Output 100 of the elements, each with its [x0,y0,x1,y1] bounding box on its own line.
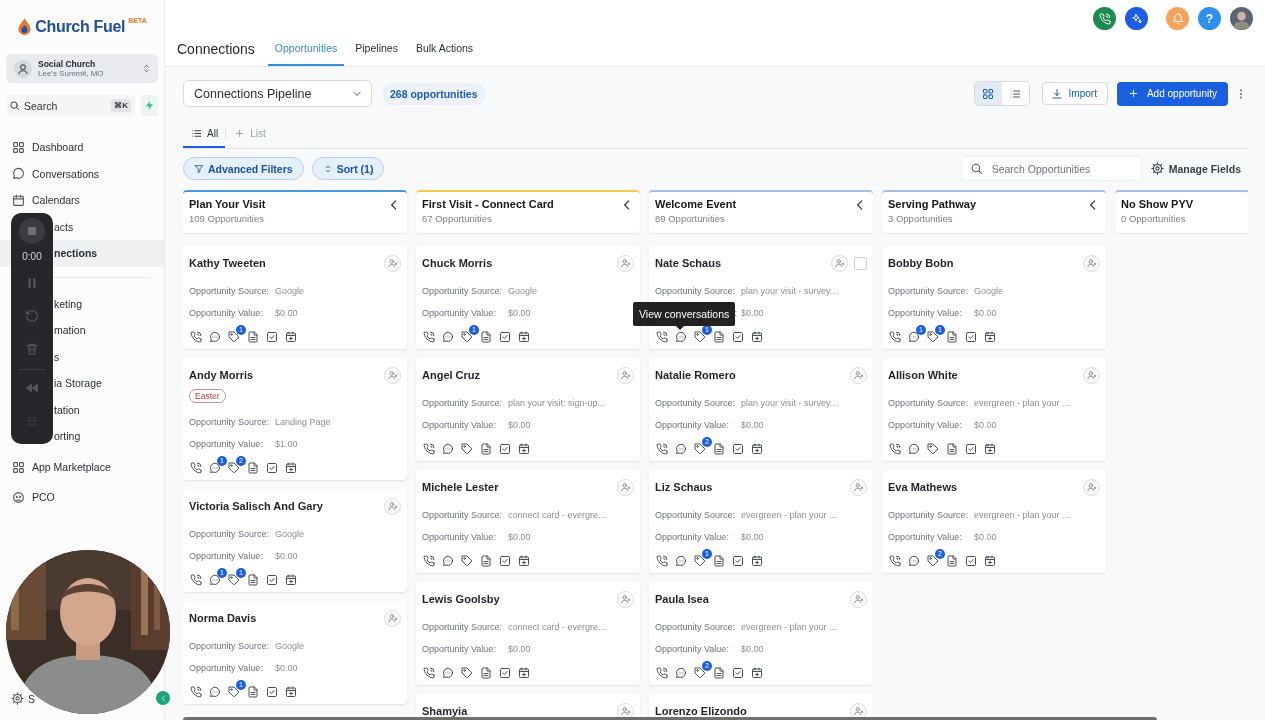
filter-button[interactable]: Advanced Filters [183,157,304,180]
person-remove-icon [620,370,631,380]
nav-item[interactable]: ia Storage [54,370,102,397]
person-remove-icon [834,258,845,268]
tab[interactable]: Pipelines [348,30,405,66]
checked-box-icon [965,443,977,455]
tag-icon [694,555,706,567]
field-label: Opportunity Source: [422,622,504,632]
document-icon [247,331,259,343]
sort-button[interactable]: Sort (1) [311,157,385,180]
calendar-plus-icon [751,331,763,343]
view-tab[interactable]: All [183,121,226,148]
add-opportunity-button[interactable]: Add opportunity [1116,81,1228,106]
import-button[interactable]: Import [1041,82,1108,105]
assign-button[interactable] [617,366,634,384]
assign-button[interactable] [1083,478,1100,496]
phone-button[interactable] [1093,7,1116,30]
user-avatar[interactable] [1230,7,1253,30]
opportunity-card[interactable]: Lewis Goolsby Opportunity Source: connect card - evergre... Opportunity Value: $0.00 [416,582,640,685]
nav-item[interactable]: Calendars [0,187,164,214]
tag-icon [927,555,939,567]
rewind-icon[interactable] [25,381,39,395]
assign-button[interactable] [850,478,867,496]
field-value: plan your visit - survey... [741,398,839,408]
opportunity-count: 268 opportunities [382,82,486,105]
stop-button[interactable] [19,218,45,244]
assign-button[interactable] [1083,366,1100,384]
checkbox[interactable] [854,256,867,270]
chevron-left-icon [158,693,168,703]
field-value: $1.00 [275,439,299,449]
settings-item[interactable]: S [0,685,35,712]
nav-item[interactable]: s [54,343,60,370]
assign-button[interactable] [617,254,634,272]
nav-item[interactable]: mation [54,317,86,344]
nav-item[interactable]: keting [54,290,83,317]
assign-button[interactable] [850,366,867,384]
tab[interactable]: Bulk Actions [408,30,481,66]
person-remove-icon [853,594,864,604]
opportunity-card[interactable]: Allison White Opportunity Source: evergreen - plan your ... Opportunity Value: $0.00 [882,358,1106,461]
assign-button[interactable] [617,478,634,496]
chat-icon [908,443,920,455]
search-field[interactable]: Search Opportunities [960,156,1142,181]
notifications-button[interactable] [1166,7,1189,30]
download-icon [1050,87,1063,100]
grid-icon [982,87,995,100]
opportunity-card[interactable]: Michele Lester Opportunity Source: connect card - evergre... Opportunity Value: $0.00 [416,470,640,573]
document-icon [713,443,725,455]
opportunity-card[interactable]: Angel Cruz Opportunity Source: plan your visit: sign-up... Opportunity Value: $0.00 [416,358,640,461]
field-value: $0.00 [508,532,532,542]
grid-icon [12,140,25,154]
board-view-button[interactable] [974,82,1002,105]
nav-item[interactable]: Dashboard [0,134,164,161]
phone-icon [656,331,668,343]
chat-icon [675,555,687,567]
field-label: : [734,308,737,318]
assign-button[interactable] [850,590,867,608]
person-remove-icon [387,370,398,380]
assign-button[interactable] [831,254,848,272]
nav-item[interactable]: App Marketplace [0,452,164,482]
nav-item[interactable]: tation [54,396,80,423]
assign-button[interactable] [617,590,634,608]
nav-item[interactable]: orting [54,423,81,450]
nav-item[interactable]: acts [54,213,74,240]
opportunity-card[interactable]: Shamyia [416,694,640,720]
document-icon [946,443,958,455]
ai-button[interactable] [1125,7,1148,30]
chat-icon [675,331,687,343]
column-count: 0 Opportunities [1121,213,1187,224]
settings-icon [11,692,24,706]
field-value: Landing Page [275,417,332,427]
assign-button[interactable] [1083,254,1100,272]
person-remove-icon [620,706,631,716]
calendar-plus-icon [518,667,530,679]
quick-action-button[interactable] [141,95,158,116]
field-value: Google [974,286,1005,296]
tab[interactable]: Opportunities [267,30,345,66]
assign-button[interactable] [384,497,401,515]
phone-icon [656,443,668,455]
list-view-button[interactable] [1001,82,1029,105]
assign-button[interactable] [384,254,401,272]
checked-box-icon [732,443,744,455]
calendar-plus-icon [285,686,297,698]
field-value: $0.00 [741,420,765,430]
assign-button[interactable] [384,609,401,627]
nav-item[interactable]: PCO [0,482,164,512]
opportunity-card[interactable]: Lorenzo Elizondo [649,694,873,720]
column-title: Welcome Event [655,198,738,210]
field-label: Opportunity Value: [189,551,264,561]
pipeline-select[interactable]: Connections Pipeline [183,80,372,107]
manage-fields-button[interactable]: Manage Fields [1150,157,1241,180]
trash-icon[interactable] [25,342,39,356]
field-value: plan your visit: sign-up... [508,398,607,408]
restart-icon[interactable] [25,309,39,323]
assign-button[interactable] [384,366,401,384]
contact-name: Chuck Morris [422,257,494,269]
person-remove-icon [620,258,631,268]
person-remove-icon [1086,258,1097,268]
account-switcher[interactable]: Social Church Lee's Summit, MO [6,54,158,83]
nav-item[interactable]: Conversations [0,160,164,187]
calendar-plus-icon [751,667,763,679]
